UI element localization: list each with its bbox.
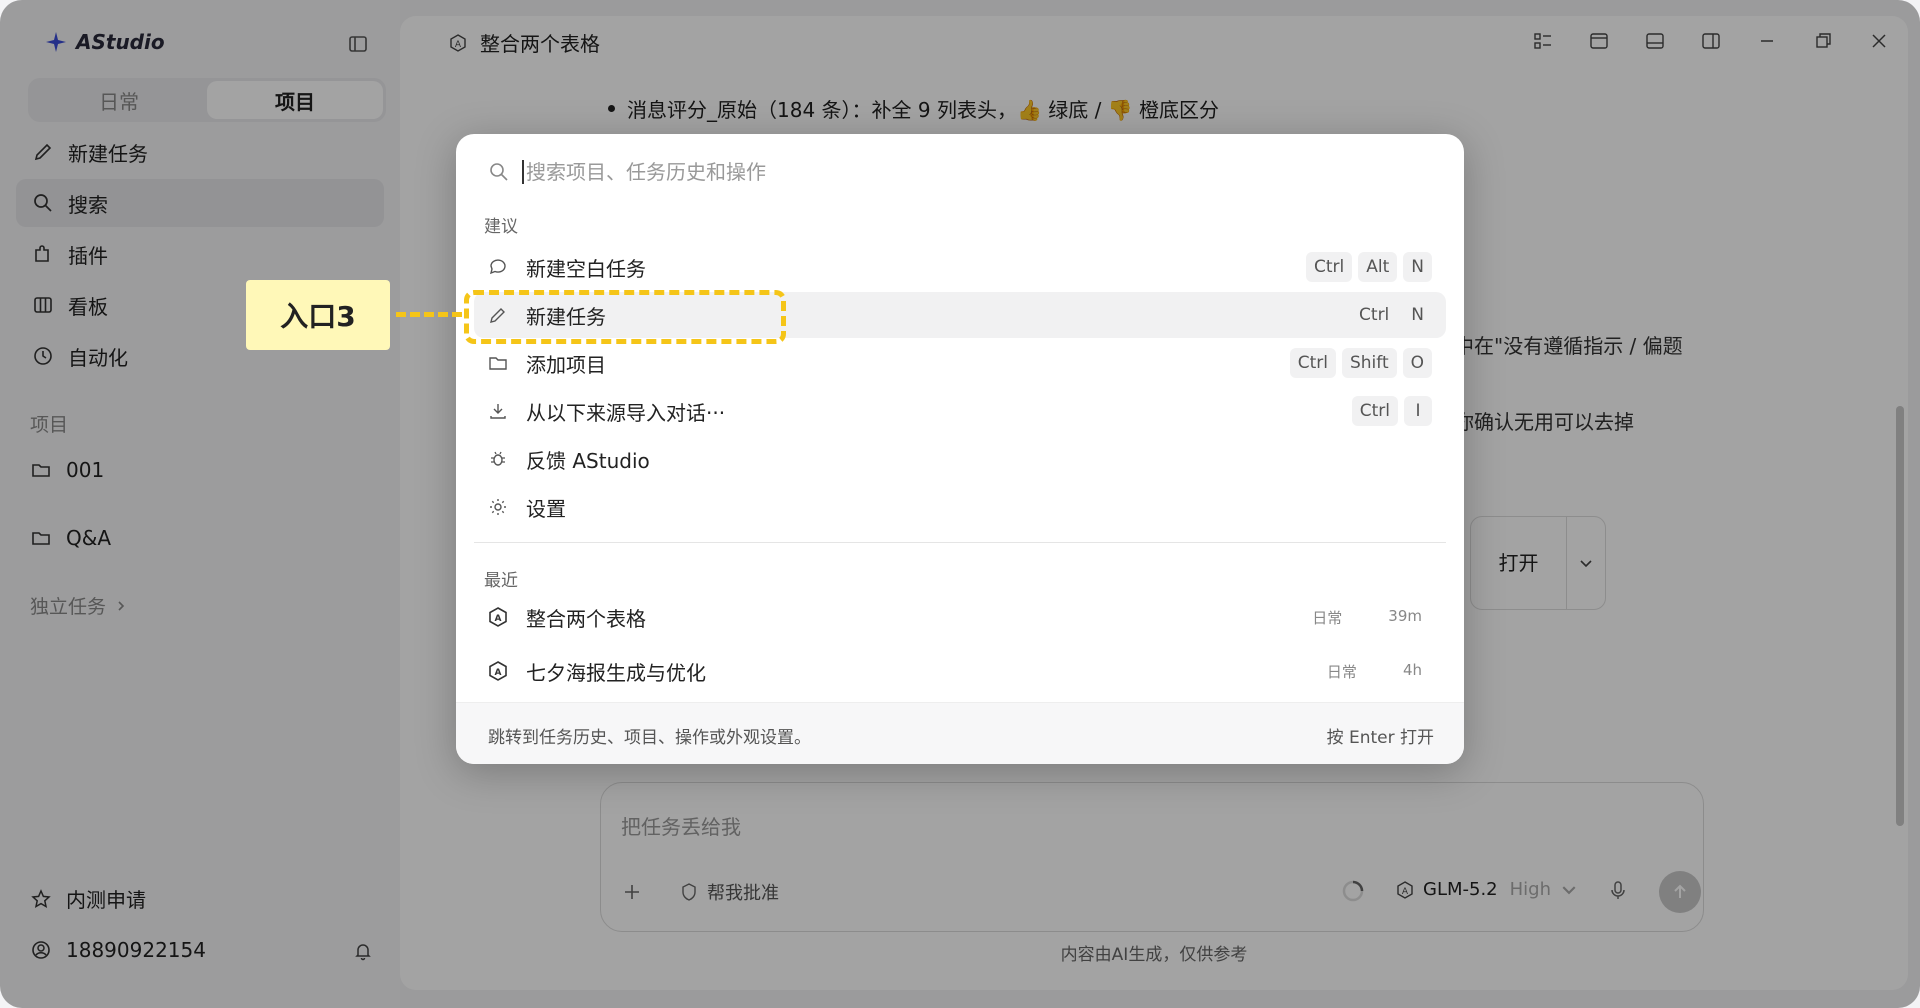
palette-footer: 跳转到任务历史、项目、操作或外观设置。 按 Enter 打开 — [456, 702, 1464, 764]
chat-bubble-icon — [489, 259, 506, 275]
palette-recent-item[interactable]: A 整合两个表格 日常 39m — [474, 594, 1446, 640]
recent-meta: 日常 39m — [1312, 607, 1422, 628]
bug-icon — [491, 451, 505, 466]
kbd-key: Ctrl — [1351, 300, 1398, 330]
kbd-key: Ctrl — [1351, 396, 1398, 426]
command-palette: 建议 新建空白任务 Ctrl Alt N 新建任务 Ctrl N 添加项目 Ct… — [456, 134, 1464, 764]
palette-divider — [474, 542, 1446, 543]
kbd-key: I — [1404, 396, 1432, 426]
palette-item-new-blank-task[interactable]: 新建空白任务 Ctrl Alt N — [474, 244, 1446, 290]
app-window: AStudio 日常 项目 新建任务 搜索 插件 看板 自动化 项目 001 Q… — [0, 0, 1920, 1008]
palette-item-label: 新建空白任务 — [526, 256, 646, 281]
recent-label: 最近 — [484, 571, 518, 591]
kbd-key: O — [1402, 348, 1432, 378]
astudio-badge-icon: A — [489, 661, 507, 681]
kbd-key: N — [1403, 300, 1432, 330]
svg-text:A: A — [495, 614, 502, 624]
kbd-key: Shift — [1341, 348, 1397, 378]
palette-recent-item[interactable]: A 七夕海报生成与优化 日常 4h — [474, 648, 1446, 694]
annotation-callout: 入口3 — [246, 280, 390, 350]
palette-item-label: 整合两个表格 — [526, 606, 646, 631]
recent-category: 日常 — [1312, 608, 1343, 627]
palette-search — [488, 160, 1222, 184]
shortcut: Ctrl Shift O — [1289, 348, 1432, 378]
shortcut: Ctrl Alt N — [1306, 252, 1432, 282]
annotation-connector — [396, 312, 462, 317]
svg-text:A: A — [495, 668, 502, 678]
shortcut: Ctrl I — [1351, 396, 1432, 426]
download-icon — [490, 404, 506, 419]
palette-item-feedback[interactable]: 反馈 AStudio — [474, 436, 1446, 482]
palette-item-label: 七夕海报生成与优化 — [526, 660, 706, 685]
palette-item-add-project[interactable]: 添加项目 Ctrl Shift O — [474, 340, 1446, 386]
kbd-key: Ctrl — [1306, 252, 1353, 282]
palette-item-label: 反馈 AStudio — [526, 448, 650, 473]
suggestions-label: 建议 — [484, 217, 518, 237]
palette-item-label: 从以下来源导入对话··· — [526, 400, 726, 425]
gear-icon — [490, 499, 506, 515]
recent-meta: 日常 4h — [1327, 661, 1422, 682]
palette-item-label: 添加项目 — [526, 352, 606, 377]
palette-item-import-conversation[interactable]: 从以下来源导入对话··· Ctrl I — [474, 388, 1446, 434]
palette-item-label: 设置 — [526, 496, 566, 521]
palette-item-settings[interactable]: 设置 — [474, 484, 1446, 530]
recent-time: 4h — [1402, 660, 1422, 679]
search-icon — [490, 163, 508, 181]
footer-action: 按 Enter 打开 — [1326, 728, 1434, 748]
kbd-key: N — [1403, 252, 1432, 282]
astudio-badge-icon: A — [489, 607, 507, 627]
annotation-highlight-frame — [464, 290, 786, 344]
recent-category: 日常 — [1326, 662, 1357, 681]
footer-hint: 跳转到任务历史、项目、操作或外观设置。 — [488, 728, 811, 748]
kbd-key: Alt — [1358, 252, 1398, 282]
shortcut: Ctrl N — [1351, 300, 1432, 330]
kbd-key: Ctrl — [1289, 348, 1336, 378]
palette-search-input[interactable] — [522, 160, 1222, 184]
folder-icon — [489, 357, 507, 370]
recent-time: 39m — [1388, 606, 1422, 625]
